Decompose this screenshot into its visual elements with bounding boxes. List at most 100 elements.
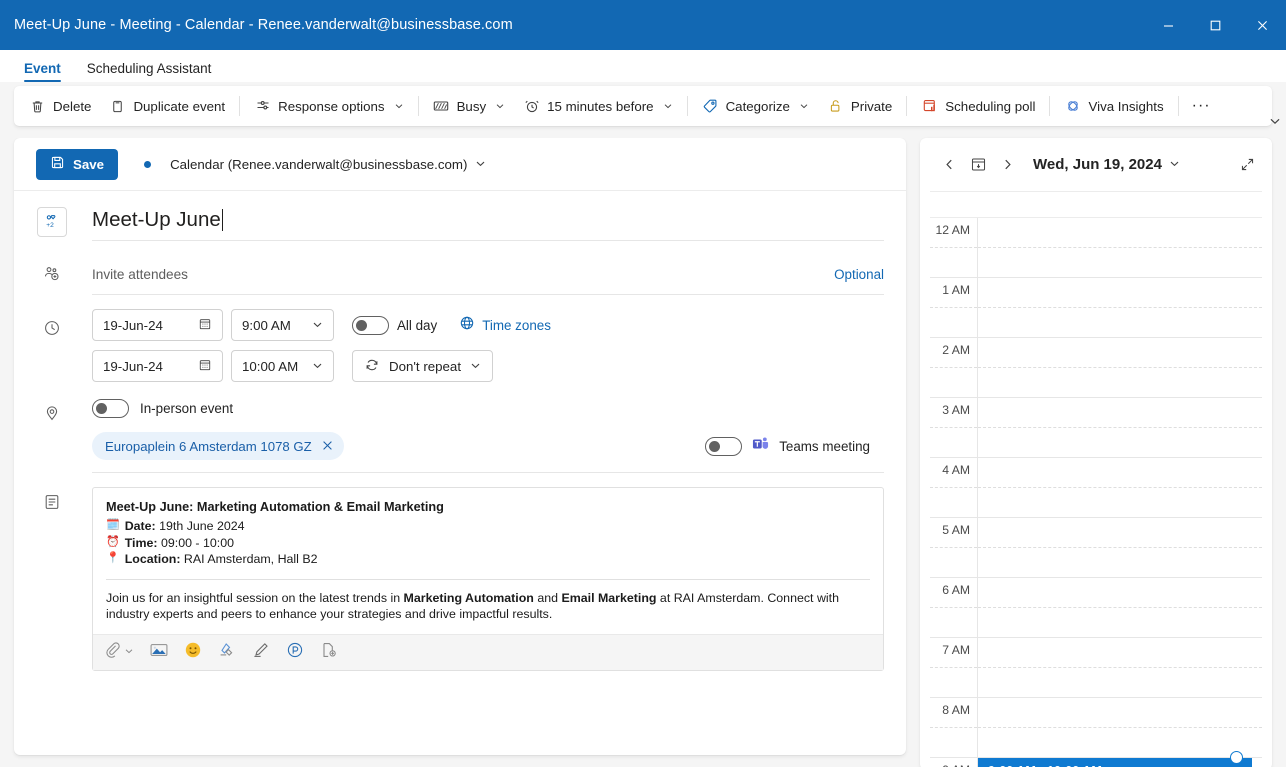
duplicate-event-button[interactable]: Duplicate event <box>100 91 234 121</box>
hour-row[interactable]: 1 AM <box>930 278 1262 338</box>
hour-label-cell: 8 AM <box>930 698 978 758</box>
hour-row[interactable]: 4 AM <box>930 458 1262 518</box>
save-icon <box>50 155 65 173</box>
insert-picture-icon <box>150 642 168 663</box>
busy-icon <box>433 98 450 115</box>
tab-event[interactable]: Event <box>16 60 69 83</box>
response-options-button[interactable]: Response options <box>245 91 412 121</box>
expand-icon[interactable] <box>1236 154 1258 176</box>
hour-slot[interactable] <box>978 458 1262 518</box>
reminder-button[interactable]: 15 minutes before <box>514 91 681 121</box>
today-calendar-icon[interactable] <box>967 154 989 176</box>
delete-label: Delete <box>53 98 92 114</box>
location-chip[interactable]: Europaplein 6 Amsterdam 1078 GZ <box>92 432 344 460</box>
end-line: 19-Jun-24 10:00 AM Don't repeat <box>92 350 884 382</box>
categorize-button[interactable]: Categorize <box>693 91 818 121</box>
duplicate-event-label: Duplicate event <box>133 98 226 114</box>
attendees-row: Invite attendees Optional <box>14 249 906 301</box>
hour-row[interactable]: 2 AM <box>930 338 1262 398</box>
location-chip-line: Europaplein 6 Amsterdam 1078 GZ Teams me… <box>92 432 884 473</box>
event-title-input[interactable]: Meet-Up June <box>92 200 884 241</box>
teams-meeting-toggle[interactable] <box>705 436 743 456</box>
attach-button[interactable] <box>104 641 134 663</box>
hour-row[interactable]: 6 AM <box>930 578 1262 638</box>
minimize-icon[interactable] <box>1145 0 1192 50</box>
text-highlight-button[interactable] <box>218 641 236 664</box>
hour-row[interactable]: 12 AM <box>930 218 1262 278</box>
viva-insights-button[interactable]: Viva Insights <box>1055 91 1172 121</box>
description-body: Meet-Up June: Marketing Automation & Ema… <box>68 487 884 671</box>
start-line: 19-Jun-24 9:00 AM All day Time zones <box>92 309 884 341</box>
teams-meeting-label: Teams meeting <box>779 438 870 454</box>
viva-insights-icon <box>1064 98 1081 115</box>
maximize-icon[interactable] <box>1192 0 1239 50</box>
chevron-down-icon <box>495 99 505 114</box>
repeat-select[interactable]: Don't repeat <box>352 350 494 382</box>
attendees-icon-cell <box>36 262 68 288</box>
tab-event-label: Event <box>24 60 61 76</box>
in-person-event-toggle[interactable] <box>92 399 129 418</box>
tab-scheduling-assistant[interactable]: Scheduling Assistant <box>79 61 220 83</box>
hour-row[interactable]: 8 AM <box>930 698 1262 758</box>
save-button[interactable]: Save <box>36 148 119 180</box>
viva-insights-label: Viva Insights <box>1088 98 1164 114</box>
next-day-button[interactable] <box>996 154 1018 176</box>
hour-slot[interactable] <box>978 278 1262 338</box>
optional-attendees-link[interactable]: Optional <box>834 267 884 282</box>
ribbon-collapse-icon[interactable] <box>1266 112 1284 130</box>
busy-button[interactable]: Busy <box>424 91 515 121</box>
end-date-input[interactable]: 19-Jun-24 <box>92 350 223 382</box>
hour-slot[interactable] <box>978 578 1262 638</box>
paragraph-part: and <box>533 590 562 605</box>
day-time-grid[interactable]: 12 AM 1 AM 2 AM 3 AM 4 AM 5 AM 6 AM 7 AM… <box>930 218 1262 767</box>
attendees-body: Invite attendees Optional <box>68 255 884 295</box>
insert-picture-button[interactable] <box>150 642 168 663</box>
hour-slot[interactable] <box>978 218 1262 278</box>
description-line-label: Date: <box>124 519 156 533</box>
description-editor[interactable]: Meet-Up June: Marketing Automation & Ema… <box>92 487 884 671</box>
content-area: Save Calendar (Renee.vanderwalt@business… <box>0 138 1286 767</box>
time-zones-button[interactable]: Time zones <box>459 315 551 336</box>
end-time-select[interactable]: 10:00 AM <box>231 350 334 382</box>
chevron-down-icon <box>312 359 323 374</box>
more-options-button[interactable]: ··· <box>1184 91 1219 121</box>
end-date-value: 19-Jun-24 <box>103 358 163 374</box>
repeat-icon <box>364 357 380 376</box>
attendees-input[interactable]: Invite attendees <box>92 267 188 282</box>
delete-button[interactable]: Delete <box>20 91 100 121</box>
scheduling-poll-button[interactable]: Scheduling poll <box>912 91 1044 121</box>
private-button[interactable]: Private <box>818 91 901 121</box>
close-icon[interactable] <box>1239 0 1286 50</box>
hour-row[interactable]: 7 AM <box>930 638 1262 698</box>
title-suggestion-icon[interactable]: +2 <box>37 206 67 237</box>
all-day-toggle[interactable] <box>352 315 389 335</box>
command-bar-wrapper: Delete Duplicate event Response options … <box>0 86 1286 138</box>
hour-slot[interactable] <box>978 638 1262 698</box>
calendar-event-block[interactable]: 9:00 AM - 10:00 AM <box>978 751 1252 767</box>
event-resize-handle[interactable] <box>1230 751 1243 764</box>
remove-location-icon[interactable] <box>322 439 333 454</box>
hour-label: 5 AM <box>942 523 970 537</box>
all-day-strip[interactable] <box>930 191 1262 218</box>
signature-button[interactable] <box>320 641 338 664</box>
description-content[interactable]: Meet-Up June: Marketing Automation & Ema… <box>93 488 883 634</box>
description-heading: Meet-Up June: Marketing Automation & Ema… <box>106 500 444 514</box>
hour-slot[interactable] <box>978 518 1262 578</box>
hour-slot[interactable] <box>978 398 1262 458</box>
previous-day-button[interactable] <box>938 154 960 176</box>
half-hour-line <box>978 427 1262 428</box>
start-time-select[interactable]: 9:00 AM <box>231 309 334 341</box>
loop-component-button[interactable] <box>286 641 304 664</box>
hour-row[interactable]: 5 AM <box>930 518 1262 578</box>
emoji-button[interactable] <box>184 641 202 664</box>
draw-button[interactable] <box>252 641 270 664</box>
half-hour-line <box>978 667 1262 668</box>
hour-slot[interactable] <box>978 338 1262 398</box>
description-paragraph: Join us for an insightful session on the… <box>106 590 870 623</box>
calendar-selector[interactable]: Calendar (Renee.vanderwalt@businessbase.… <box>170 157 486 172</box>
hour-label: 3 AM <box>942 403 970 417</box>
start-date-input[interactable]: 19-Jun-24 <box>92 309 223 341</box>
hour-row[interactable]: 3 AM <box>930 398 1262 458</box>
calendar-date-selector[interactable]: Wed, Jun 19, 2024 <box>1033 156 1180 173</box>
hour-slot[interactable] <box>978 698 1262 758</box>
